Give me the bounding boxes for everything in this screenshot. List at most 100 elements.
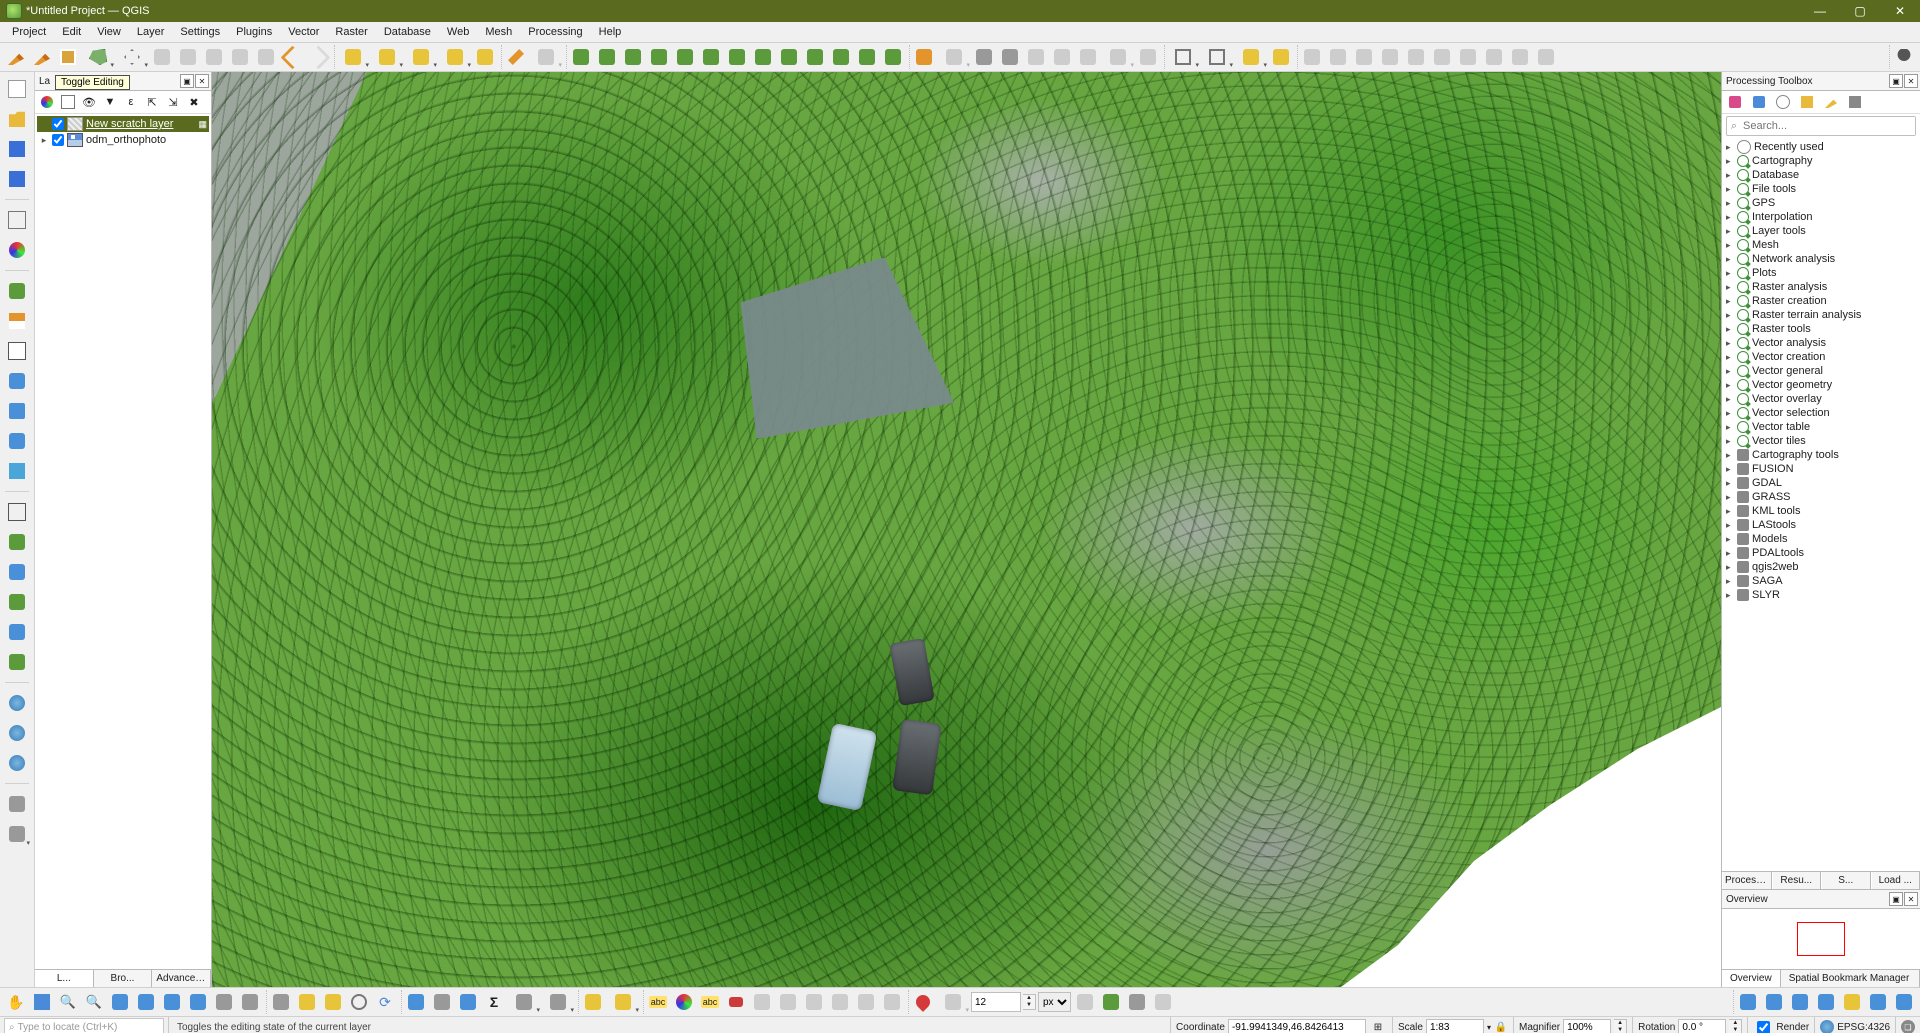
tab-overview[interactable]: Overview [1722,970,1781,987]
layers-remove-button[interactable]: ✖ [185,93,203,111]
proc-btn-results[interactable]: Resu... [1772,872,1822,889]
expand-icon[interactable]: ▸ [1726,338,1734,349]
proc-group-models[interactable]: ▸Models [1726,532,1916,546]
vertex-tool-button[interactable]: ▾ [116,45,148,69]
layers-eye-button[interactable]: 👁 [80,93,98,111]
proc-group-vector-analysis[interactable]: ▸Vector analysis [1726,336,1916,350]
proc-model-button[interactable] [1725,92,1745,112]
zoom-selection-button[interactable] [134,990,158,1014]
proc-group-raster-terrain-analysis[interactable]: ▸Raster terrain analysis [1726,308,1916,322]
scale-lock-icon[interactable]: 🔒 [1494,1020,1508,1033]
mesh-tool3-button[interactable] [1788,990,1812,1014]
proc-group-cartography-tools[interactable]: ▸Cartography tools [1726,448,1916,462]
expand-icon[interactable]: ▸ [1726,436,1734,447]
menu-plugins[interactable]: Plugins [228,24,280,40]
proc-group-vector-tiles[interactable]: ▸Vector tiles [1726,434,1916,448]
proc-history-button[interactable] [1773,92,1793,112]
convexhull-button[interactable] [621,45,645,69]
coordinate-input[interactable] [1228,1019,1366,1033]
menu-mesh[interactable]: Mesh [477,24,520,40]
temporal-button[interactable] [347,990,371,1014]
symdiff-button[interactable] [725,45,749,69]
proc-script-button[interactable] [1749,92,1769,112]
proc-group-layer-tools[interactable]: ▸Layer tools [1726,224,1916,238]
difference-button[interactable] [647,45,671,69]
layers-collapse-button[interactable]: ⇲ [164,93,182,111]
panel-float-button[interactable]: ▣ [1889,892,1903,906]
locator-input[interactable]: ⌕ Type to locate (Ctrl+K) [4,1018,164,1033]
new-spatialite-button[interactable] [4,559,30,585]
coordinate-toggle-button[interactable]: ⊞ [1369,1018,1387,1033]
expand-icon[interactable]: ▸ [1726,464,1734,475]
mesh-tool6-button[interactable] [1866,990,1890,1014]
clip-button[interactable] [595,45,619,69]
tab-browser[interactable]: Bro... [94,970,153,987]
panel-float-button[interactable]: ▣ [180,74,194,88]
processing-tree[interactable]: ▸Recently used▸Cartography▸Database▸File… [1722,138,1920,871]
panel-close-button[interactable]: ✕ [1904,74,1918,88]
intersect-button[interactable] [699,45,723,69]
menu-edit[interactable]: Edit [54,24,89,40]
undo-button[interactable] [280,45,304,69]
layer-visible-checkbox[interactable] [52,118,64,130]
expand-icon[interactable]: ▸ [1726,576,1734,587]
expand-icon[interactable]: ▸ [1726,282,1734,293]
messages-group[interactable]: ❏ [1895,1017,1920,1033]
geoproc2-button[interactable] [829,45,853,69]
new-geopackage-button[interactable] [4,529,30,555]
panel-close-button[interactable]: ✕ [195,74,209,88]
zoom-in-button[interactable]: 🔍 [56,990,80,1014]
proc-group-plots[interactable]: ▸Plots [1726,266,1916,280]
label-tool3-button[interactable] [724,990,748,1014]
panel-float-button[interactable]: ▣ [1889,74,1903,88]
proc-group-raster-tools[interactable]: ▸Raster tools [1726,322,1916,336]
layers-filter-button[interactable] [59,93,77,111]
processing-search-input[interactable] [1741,117,1915,135]
mesh-tool2-button[interactable] [1762,990,1786,1014]
menu-database[interactable]: Database [376,24,439,40]
menu-web[interactable]: Web [439,24,477,40]
save-project-button[interactable] [4,136,30,162]
label-tool2-button[interactable]: abc [698,990,722,1014]
proc-btn-scripts[interactable]: S... [1821,872,1871,889]
mesh-tool4-button[interactable] [1814,990,1838,1014]
minimize-button[interactable]: — [1800,0,1840,22]
magnifier-input[interactable] [1563,1019,1611,1033]
layout-manager-button[interactable] [4,207,30,233]
proc-edit-button[interactable] [1821,92,1841,112]
proc-group-gps[interactable]: ▸GPS [1726,196,1916,210]
select-all-button[interactable]: ▾ [439,45,471,69]
selection-style1-button[interactable]: ▾ [1167,45,1199,69]
proc-btn-load[interactable]: Load ... [1871,872,1920,889]
pan-to-selection-button[interactable] [30,990,54,1014]
expand-icon[interactable]: ▸ [1726,394,1734,405]
zoom-native-button[interactable] [186,990,210,1014]
expand-icon[interactable]: ▸ [1726,408,1734,419]
maximize-button[interactable]: ▢ [1840,0,1880,22]
expand-icon[interactable]: ▸ [1726,590,1734,601]
expand-icon[interactable]: ▸ [1726,310,1734,321]
proc-group-mesh[interactable]: ▸Mesh [1726,238,1916,252]
toolbox-button[interactable]: ▾ [508,990,540,1014]
menu-view[interactable]: View [89,24,129,40]
wfs-button[interactable] [4,750,30,776]
current-edits-button[interactable] [4,45,28,69]
expand-icon[interactable]: ▸ [1726,184,1734,195]
layers-expand-button[interactable]: ⇱ [143,93,161,111]
expand-icon[interactable]: ▸ [1726,142,1734,153]
deselect-button[interactable]: ▾ [405,45,437,69]
map-canvas[interactable] [212,72,1721,987]
proc-group-saga[interactable]: ▸SAGA [1726,574,1916,588]
expand-icon[interactable]: ▸ [1726,324,1734,335]
proc-group-vector-selection[interactable]: ▸Vector selection [1726,406,1916,420]
zoom-out-button[interactable]: 🔍 [82,990,106,1014]
snap-spin[interactable]: ▲▼ [1023,994,1036,1010]
editgeom4-button[interactable] [998,45,1022,69]
expand-icon[interactable]: ▸ [1726,240,1734,251]
add-wms-button[interactable] [4,458,30,484]
proc-group-gdal[interactable]: ▸GDAL [1726,476,1916,490]
proc-results-button[interactable] [1797,92,1817,112]
toggle-editing-button[interactable] [30,45,54,69]
add-csv-button[interactable] [4,368,30,394]
proc-btn-processing[interactable]: Processin... [1722,872,1772,889]
